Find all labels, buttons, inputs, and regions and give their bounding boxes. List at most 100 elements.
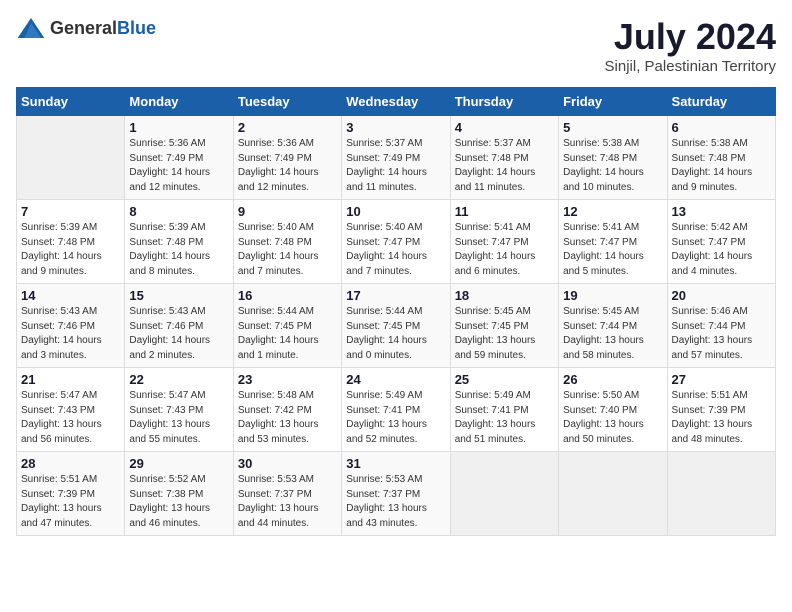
day-info: Sunrise: 5:49 AM Sunset: 7:41 PM Dayligh… xyxy=(455,389,554,447)
day-info: Sunrise: 5:39 AM Sunset: 7:48 PM Dayligh… xyxy=(21,221,120,279)
calendar-cell: 13 Sunrise: 5:42 AM Sunset: 7:47 PM Dayli… xyxy=(667,200,775,284)
day-header-monday: Monday xyxy=(125,88,233,116)
day-info: Sunrise: 5:49 AM Sunset: 7:41 PM Dayligh… xyxy=(346,389,445,447)
day-number: 21 xyxy=(21,372,120,387)
day-number: 24 xyxy=(346,372,445,387)
day-number: 27 xyxy=(672,372,771,387)
header: GeneralBlue July 2024 Sinjil, Palestinia… xyxy=(16,16,776,75)
day-info: Sunrise: 5:48 AM Sunset: 7:42 PM Dayligh… xyxy=(238,389,337,447)
day-number: 20 xyxy=(672,288,771,303)
day-info: Sunrise: 5:53 AM Sunset: 7:37 PM Dayligh… xyxy=(238,473,337,531)
calendar-cell xyxy=(17,116,125,200)
calendar-cell: 21 Sunrise: 5:47 AM Sunset: 7:43 PM Dayli… xyxy=(17,368,125,452)
day-info: Sunrise: 5:37 AM Sunset: 7:49 PM Dayligh… xyxy=(346,137,445,195)
main-title: July 2024 xyxy=(605,16,776,58)
calendar-cell: 10 Sunrise: 5:40 AM Sunset: 7:47 PM Dayli… xyxy=(342,200,450,284)
calendar-cell: 30 Sunrise: 5:53 AM Sunset: 7:37 PM Dayli… xyxy=(233,452,341,536)
day-header-saturday: Saturday xyxy=(667,88,775,116)
day-number: 8 xyxy=(129,204,228,219)
day-number: 22 xyxy=(129,372,228,387)
calendar-cell: 8Sunrise: 5:39 AM Sunset: 7:48 PM Daylig… xyxy=(125,200,233,284)
title-area: July 2024 Sinjil, Palestinian Territory xyxy=(605,16,776,75)
calendar-cell: 23 Sunrise: 5:48 AM Sunset: 7:42 PM Dayli… xyxy=(233,368,341,452)
logo-general: General xyxy=(50,18,117,38)
calendar-week-1: 1 Sunrise: 5:36 AM Sunset: 7:49 PM Daylig… xyxy=(17,116,776,200)
calendar-cell xyxy=(667,452,775,536)
calendar-cell: 22Sunrise: 5:47 AM Sunset: 7:43 PM Dayli… xyxy=(125,368,233,452)
day-number: 13 xyxy=(672,204,771,219)
calendar-cell: 2 Sunrise: 5:36 AM Sunset: 7:49 PM Daylig… xyxy=(233,116,341,200)
calendar-cell: 27 Sunrise: 5:51 AM Sunset: 7:39 PM Dayli… xyxy=(667,368,775,452)
day-info: Sunrise: 5:45 AM Sunset: 7:44 PM Dayligh… xyxy=(563,305,662,363)
calendar-cell: 31 Sunrise: 5:53 AM Sunset: 7:37 PM Dayli… xyxy=(342,452,450,536)
day-header-wednesday: Wednesday xyxy=(342,88,450,116)
calendar-body: 1 Sunrise: 5:36 AM Sunset: 7:49 PM Daylig… xyxy=(17,116,776,536)
day-info: Sunrise: 5:51 AM Sunset: 7:39 PM Dayligh… xyxy=(21,473,120,531)
day-number: 10 xyxy=(346,204,445,219)
day-header-tuesday: Tuesday xyxy=(233,88,341,116)
calendar-cell: 26Sunrise: 5:50 AM Sunset: 7:40 PM Dayli… xyxy=(559,368,667,452)
logo-blue: Blue xyxy=(117,18,156,38)
day-number: 14 xyxy=(21,288,120,303)
calendar-week-5: 28 Sunrise: 5:51 AM Sunset: 7:39 PM Dayli… xyxy=(17,452,776,536)
calendar-header-row: SundayMondayTuesdayWednesdayThursdayFrid… xyxy=(17,88,776,116)
day-number: 15 xyxy=(129,288,228,303)
day-number: 12 xyxy=(563,204,662,219)
calendar-cell: 29Sunrise: 5:52 AM Sunset: 7:38 PM Dayli… xyxy=(125,452,233,536)
day-number: 25 xyxy=(455,372,554,387)
day-header-thursday: Thursday xyxy=(450,88,558,116)
calendar-cell: 25 Sunrise: 5:49 AM Sunset: 7:41 PM Dayli… xyxy=(450,368,558,452)
day-number: 23 xyxy=(238,372,337,387)
calendar-cell: 7Sunrise: 5:39 AM Sunset: 7:48 PM Daylig… xyxy=(17,200,125,284)
day-number: 9 xyxy=(238,204,337,219)
day-info: Sunrise: 5:44 AM Sunset: 7:45 PM Dayligh… xyxy=(238,305,337,363)
calendar-cell: 3 Sunrise: 5:37 AM Sunset: 7:49 PM Daylig… xyxy=(342,116,450,200)
day-number: 19 xyxy=(563,288,662,303)
day-number: 30 xyxy=(238,456,337,471)
calendar-cell: 20 Sunrise: 5:46 AM Sunset: 7:44 PM Dayli… xyxy=(667,284,775,368)
day-number: 28 xyxy=(21,456,120,471)
day-info: Sunrise: 5:36 AM Sunset: 7:49 PM Dayligh… xyxy=(238,137,337,195)
calendar-cell xyxy=(450,452,558,536)
day-info: Sunrise: 5:42 AM Sunset: 7:47 PM Dayligh… xyxy=(672,221,771,279)
logo-icon xyxy=(16,16,46,40)
day-info: Sunrise: 5:38 AM Sunset: 7:48 PM Dayligh… xyxy=(563,137,662,195)
day-info: Sunrise: 5:38 AM Sunset: 7:48 PM Dayligh… xyxy=(672,137,771,195)
day-info: Sunrise: 5:36 AM Sunset: 7:49 PM Dayligh… xyxy=(129,137,228,195)
day-number: 31 xyxy=(346,456,445,471)
day-number: 11 xyxy=(455,204,554,219)
day-info: Sunrise: 5:37 AM Sunset: 7:48 PM Dayligh… xyxy=(455,137,554,195)
day-info: Sunrise: 5:53 AM Sunset: 7:37 PM Dayligh… xyxy=(346,473,445,531)
calendar-cell: 12 Sunrise: 5:41 AM Sunset: 7:47 PM Dayli… xyxy=(559,200,667,284)
day-info: Sunrise: 5:47 AM Sunset: 7:43 PM Dayligh… xyxy=(21,389,120,447)
calendar-cell xyxy=(559,452,667,536)
calendar-week-3: 14 Sunrise: 5:43 AM Sunset: 7:46 PM Dayli… xyxy=(17,284,776,368)
day-info: Sunrise: 5:40 AM Sunset: 7:48 PM Dayligh… xyxy=(238,221,337,279)
calendar-table: SundayMondayTuesdayWednesdayThursdayFrid… xyxy=(16,87,776,536)
calendar-cell: 15 Sunrise: 5:43 AM Sunset: 7:46 PM Dayli… xyxy=(125,284,233,368)
calendar-cell: 5 Sunrise: 5:38 AM Sunset: 7:48 PM Daylig… xyxy=(559,116,667,200)
calendar-week-4: 21 Sunrise: 5:47 AM Sunset: 7:43 PM Dayli… xyxy=(17,368,776,452)
day-number: 5 xyxy=(563,120,662,135)
day-info: Sunrise: 5:40 AM Sunset: 7:47 PM Dayligh… xyxy=(346,221,445,279)
day-number: 3 xyxy=(346,120,445,135)
day-info: Sunrise: 5:51 AM Sunset: 7:39 PM Dayligh… xyxy=(672,389,771,447)
calendar-cell: 28 Sunrise: 5:51 AM Sunset: 7:39 PM Dayli… xyxy=(17,452,125,536)
calendar-cell: 14 Sunrise: 5:43 AM Sunset: 7:46 PM Dayli… xyxy=(17,284,125,368)
calendar-cell: 11Sunrise: 5:41 AM Sunset: 7:47 PM Dayli… xyxy=(450,200,558,284)
calendar-cell: 18Sunrise: 5:45 AM Sunset: 7:45 PM Dayli… xyxy=(450,284,558,368)
day-number: 1 xyxy=(129,120,228,135)
day-info: Sunrise: 5:45 AM Sunset: 7:45 PM Dayligh… xyxy=(455,305,554,363)
day-number: 26 xyxy=(563,372,662,387)
day-number: 6 xyxy=(672,120,771,135)
day-number: 17 xyxy=(346,288,445,303)
day-info: Sunrise: 5:43 AM Sunset: 7:46 PM Dayligh… xyxy=(21,305,120,363)
day-number: 4 xyxy=(455,120,554,135)
day-info: Sunrise: 5:46 AM Sunset: 7:44 PM Dayligh… xyxy=(672,305,771,363)
day-info: Sunrise: 5:44 AM Sunset: 7:45 PM Dayligh… xyxy=(346,305,445,363)
day-info: Sunrise: 5:41 AM Sunset: 7:47 PM Dayligh… xyxy=(563,221,662,279)
calendar-cell: 1 Sunrise: 5:36 AM Sunset: 7:49 PM Daylig… xyxy=(125,116,233,200)
calendar-cell: 24 Sunrise: 5:49 AM Sunset: 7:41 PM Dayli… xyxy=(342,368,450,452)
day-info: Sunrise: 5:43 AM Sunset: 7:46 PM Dayligh… xyxy=(129,305,228,363)
day-number: 2 xyxy=(238,120,337,135)
